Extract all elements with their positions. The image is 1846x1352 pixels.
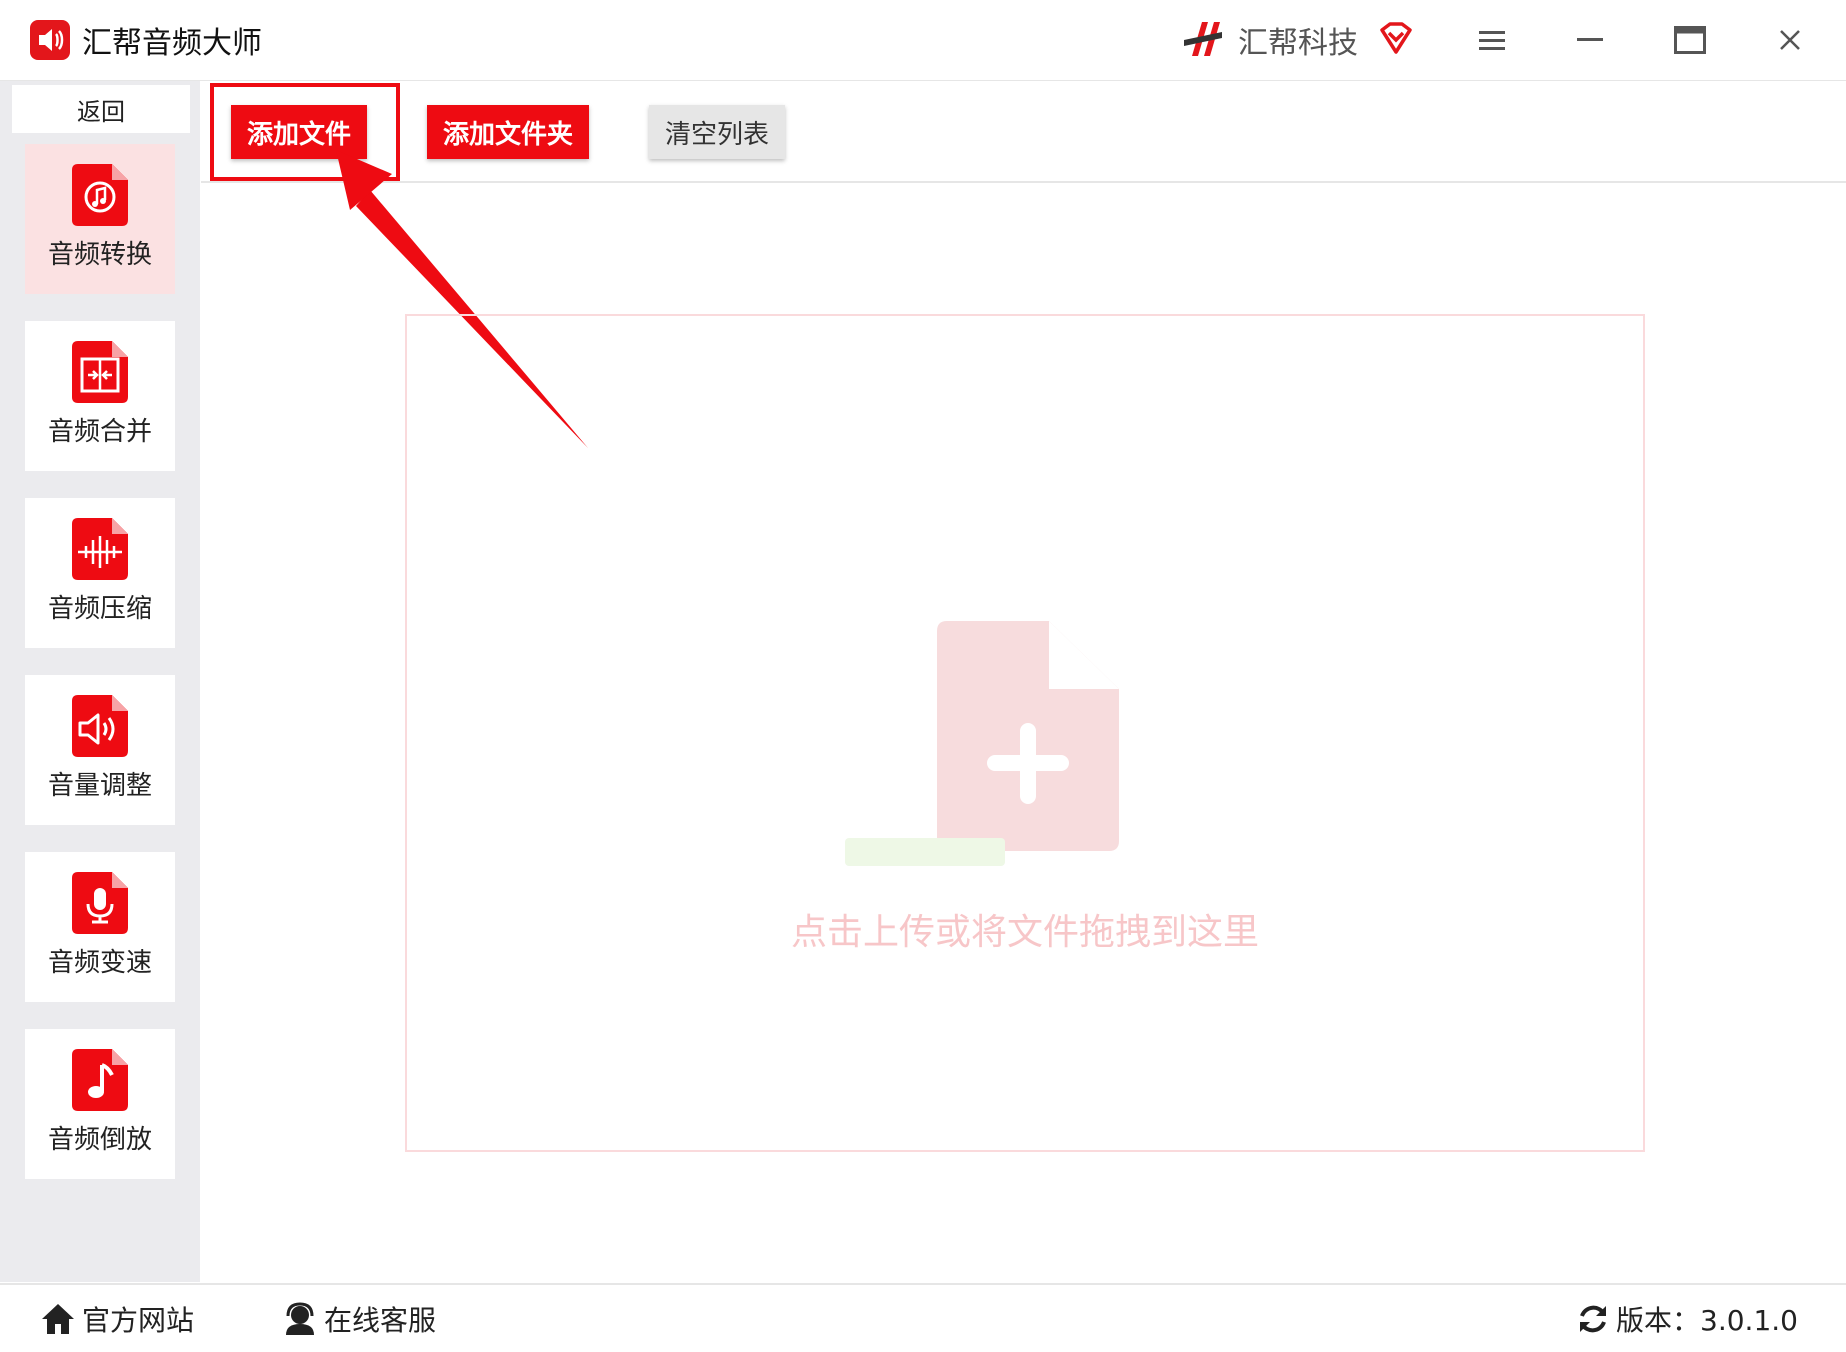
official-website-label: 官方网站 (82, 1304, 195, 1337)
file-drop-zone[interactable]: 点击上传或将文件拖拽到这里 (405, 314, 1645, 1152)
sidebar-item-audio-speed[interactable]: 音频变速 (25, 852, 175, 1002)
sidebar-item-label: 音频合并 (47, 417, 152, 447)
clear-list-button[interactable]: 清空列表 (649, 105, 785, 159)
version-info[interactable]: 版本：3.0.1.0 (1576, 1299, 1798, 1339)
maximize-icon (1674, 26, 1706, 54)
sidebar-item-label: 音频转换 (47, 240, 152, 270)
toolbar: 添加文件 添加文件夹 清空列表 (201, 81, 1846, 183)
minimize-button[interactable] (1568, 18, 1612, 62)
home-icon (42, 1304, 74, 1334)
drop-hint-text: 点击上传或将文件拖拽到这里 (790, 912, 1259, 953)
brand-logo-icon (1184, 22, 1222, 56)
version-label: 版本：3.0.1.0 (1616, 1304, 1798, 1337)
sidebar-item-label: 音频压缩 (47, 594, 152, 624)
back-button[interactable]: 返回 (12, 85, 190, 133)
sidebar-item-audio-reverse[interactable]: 音频倒放 (25, 1029, 175, 1179)
sidebar-item-label: 音量调整 (47, 771, 152, 801)
audio-convert-icon (72, 164, 128, 226)
brand-name: 汇帮科技 (1238, 26, 1358, 61)
hint-decoration (845, 838, 1005, 866)
add-folder-button[interactable]: 添加文件夹 (427, 105, 589, 159)
sidebar-item-volume-adjust[interactable]: 音量调整 (25, 675, 175, 825)
sidebar-item-label: 音频倒放 (47, 1125, 152, 1155)
add-file-icon (937, 621, 1119, 851)
audio-merge-icon (72, 341, 128, 403)
volume-adjust-icon (72, 695, 128, 757)
sidebar-item-audio-merge[interactable]: 音频合并 (25, 321, 175, 471)
title-bar: 汇帮音频大师 汇帮科技 (0, 0, 1846, 81)
add-file-button[interactable]: 添加文件 (231, 105, 367, 159)
minimize-icon (1577, 38, 1603, 41)
close-icon (1780, 30, 1800, 50)
audio-reverse-icon (72, 1049, 128, 1111)
audio-speed-icon (72, 872, 128, 934)
audio-compress-icon (72, 518, 128, 580)
refresh-icon (1580, 1305, 1607, 1333)
online-support-label: 在线客服 (324, 1304, 437, 1337)
online-support-link[interactable]: 在线客服 (282, 1299, 436, 1339)
customer-service-icon (286, 1302, 314, 1335)
maximize-button[interactable] (1668, 18, 1712, 62)
vip-diamond-icon[interactable] (1378, 20, 1414, 56)
hamburger-icon (1479, 31, 1505, 50)
app-title: 汇帮音频大师 (82, 26, 262, 61)
sidebar-item-label: 音频变速 (47, 948, 152, 978)
sidebar: 返回 音频转换 音频合并 音频压缩 音量调整 音频变速 音频倒放 (0, 81, 200, 1282)
close-button[interactable] (1768, 18, 1812, 62)
footer: 官方网站 在线客服 版本：3.0.1.0 (0, 1283, 1846, 1352)
app-logo-icon (30, 20, 70, 60)
sidebar-item-audio-convert[interactable]: 音频转换 (25, 144, 175, 294)
menu-button[interactable] (1470, 18, 1514, 62)
official-website-link[interactable]: 官方网站 (40, 1299, 194, 1339)
sidebar-item-audio-compress[interactable]: 音频压缩 (25, 498, 175, 648)
